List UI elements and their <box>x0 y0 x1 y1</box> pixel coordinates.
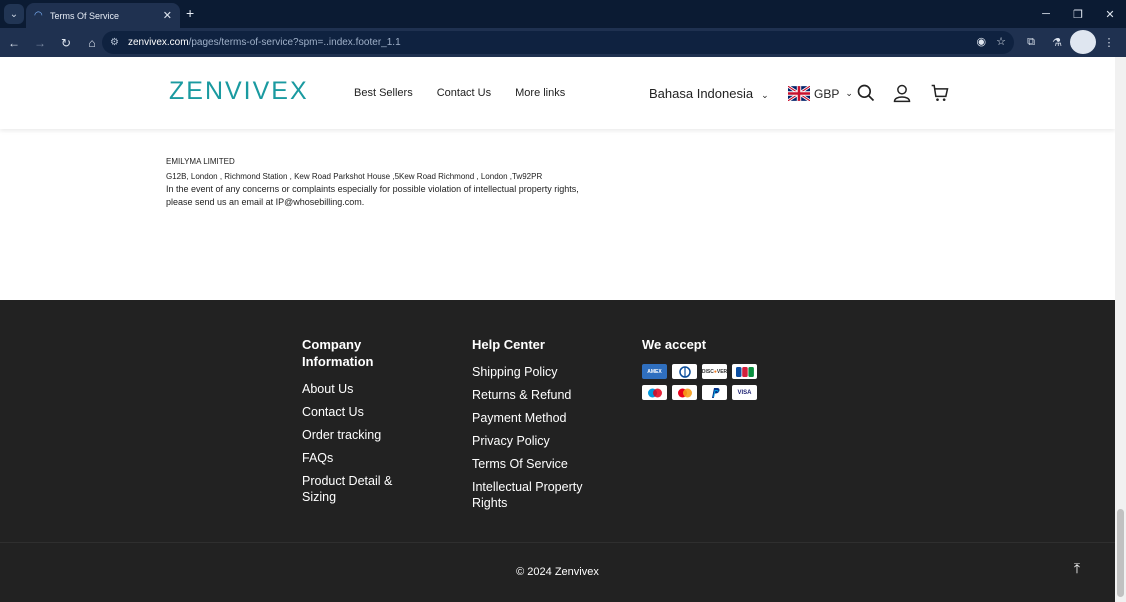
language-selector[interactable]: Bahasa Indonesia ⌄ <box>649 86 769 101</box>
footer-accept-column: We accept AMEX DISC ● VER VISA <box>642 336 772 400</box>
address-line: G12B, London , Richmond Station , Kew Ro… <box>166 172 543 181</box>
new-tab-icon[interactable]: + <box>186 6 194 20</box>
account-icon[interactable] <box>892 83 912 103</box>
currency-label: GBP <box>814 86 840 101</box>
paypal-icon <box>702 385 727 400</box>
footer-help-column: Help Center Shipping Policy Returns & Re… <box>472 336 602 518</box>
menu-contact-us[interactable]: Contact Us <box>437 87 491 99</box>
maestro-icon <box>642 385 667 400</box>
ip-notice: In the event of any concerns or complain… <box>166 184 579 207</box>
home-icon[interactable]: ⌂ <box>80 31 104 55</box>
footer-help-title: Help Center <box>472 337 545 352</box>
browser-menu-icon[interactable]: ⋮ <box>1096 30 1122 54</box>
site-logo[interactable]: ZENVIVEX <box>169 77 309 106</box>
footer-link-product-detail[interactable]: Product Detail & Sizing <box>302 473 422 505</box>
company-address: EMILYMA LIMITED G12B, London , Richmond … <box>166 157 586 209</box>
window-controls: ─ ❐ ✕ <box>1030 0 1126 28</box>
footer-link-privacy-policy[interactable]: Privacy Policy <box>472 433 602 449</box>
labs-icon[interactable]: ⚗ <box>1044 30 1070 54</box>
browser-tab-active[interactable]: ◠ Terms Of Service ✕ <box>26 3 180 28</box>
page-viewport: ZENVIVEX Best Sellers Contact Us More li… <box>0 57 1115 602</box>
tracking-protection-icon[interactable]: ◉ <box>977 35 987 48</box>
currency-selector[interactable]: GBP ⌄ <box>788 86 853 101</box>
search-icon[interactable] <box>856 83 876 103</box>
footer-link-returns-refund[interactable]: Returns & Refund <box>472 387 602 403</box>
footer-link-faqs[interactable]: FAQs <box>302 450 422 466</box>
footer-link-ip-rights[interactable]: Intellectual Property Rights <box>472 479 602 511</box>
discover-icon: DISC ● VER <box>702 364 727 379</box>
uk-flag-icon <box>788 86 810 101</box>
footer-link-contact-us[interactable]: Contact Us <box>302 404 422 420</box>
site-info-icon[interactable]: ⚙ <box>110 37 122 48</box>
footer-link-terms-of-service[interactable]: Terms Of Service <box>472 456 602 472</box>
reload-icon[interactable]: ↻ <box>54 31 78 55</box>
browser-toolbar: ← → ↻ ⌂ ⚙ zenvivex.com/pages/terms-of-se… <box>0 28 1126 57</box>
profile-icon[interactable] <box>1070 30 1096 54</box>
footer-company-column: Company Information About Us Contact Us … <box>302 336 422 512</box>
jcb-icon <box>732 364 757 379</box>
footer-link-about-us[interactable]: About Us <box>302 381 422 397</box>
diners-icon <box>672 364 697 379</box>
scrollbar-thumb[interactable] <box>1117 509 1124 597</box>
language-label: Bahasa Indonesia <box>649 86 754 101</box>
back-to-top-icon[interactable]: ⤒ <box>1068 560 1086 578</box>
page-scrollbar[interactable] <box>1115 57 1126 602</box>
payment-cards: AMEX DISC ● VER VISA <box>642 364 772 400</box>
footer-divider <box>0 542 1115 543</box>
tab-title: Terms Of Service <box>50 10 120 21</box>
footer-link-order-tracking[interactable]: Order tracking <box>302 427 422 443</box>
site-header: ZENVIVEX Best Sellers Contact Us More li… <box>0 57 1115 129</box>
bookmark-star-icon[interactable]: ☆ <box>996 35 1006 48</box>
window-close-icon[interactable]: ✕ <box>1094 0 1126 28</box>
chevron-down-icon: ⌄ <box>761 90 769 100</box>
tab-search-icon[interactable]: ⌄ <box>4 4 24 24</box>
amex-icon: AMEX <box>642 364 667 379</box>
chevron-down-icon: ⌄ <box>845 88 853 98</box>
url-path: /pages/terms-of-service?spm=..index.foot… <box>188 37 401 48</box>
footer-accept-title: We accept <box>642 337 707 352</box>
main-menu: Best Sellers Contact Us More links <box>354 87 589 99</box>
site-footer: Company Information About Us Contact Us … <box>0 300 1115 602</box>
url-host: zenvivex.com <box>128 37 189 48</box>
footer-link-payment-method[interactable]: Payment Method <box>472 410 602 426</box>
footer-company-title: Company Information <box>302 337 374 369</box>
menu-more-links[interactable]: More links <box>515 87 565 99</box>
tab-favicon-icon: ◠ <box>34 9 43 21</box>
footer-link-shipping-policy[interactable]: Shipping Policy <box>472 364 602 380</box>
restore-icon[interactable]: ❐ <box>1062 0 1094 28</box>
extensions-icon[interactable]: ⧉ <box>1018 30 1044 54</box>
minimize-icon[interactable]: ─ <box>1030 0 1062 28</box>
copyright-text: © 2024 Zenvivex <box>516 566 599 578</box>
mastercard-icon <box>672 385 697 400</box>
forward-icon[interactable]: → <box>28 31 52 55</box>
company-name: EMILYMA LIMITED <box>166 157 235 166</box>
address-bar[interactable]: ⚙ zenvivex.com/pages/terms-of-service?sp… <box>102 31 1014 54</box>
back-icon[interactable]: ← <box>2 31 26 55</box>
visa-icon: VISA <box>732 385 757 400</box>
browser-tab-strip: ⌄ ◠ Terms Of Service ✕ + ─ ❐ ✕ <box>0 0 1126 28</box>
tab-close-icon[interactable]: ✕ <box>163 9 172 22</box>
menu-best-sellers[interactable]: Best Sellers <box>354 87 413 99</box>
cart-icon[interactable] <box>930 83 950 103</box>
